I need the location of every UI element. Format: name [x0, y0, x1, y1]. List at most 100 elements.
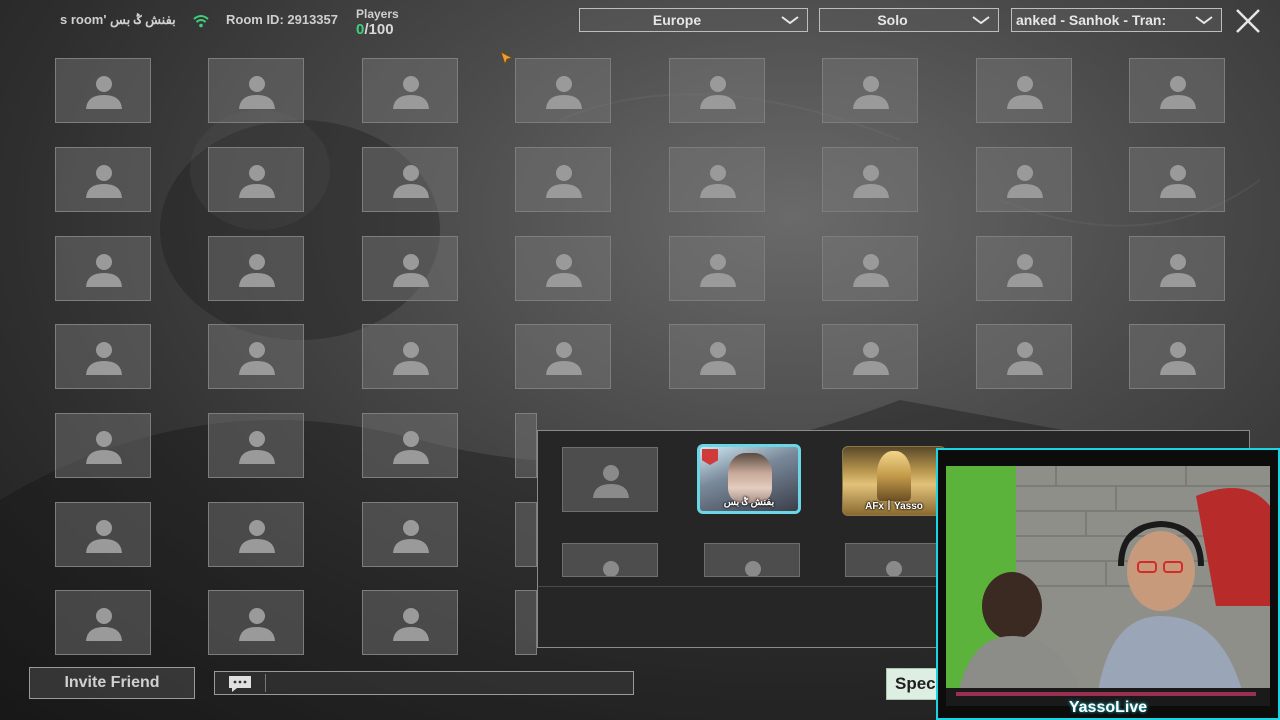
person-silhouette-icon — [1007, 342, 1043, 375]
player-avatar-card[interactable]: بفنش ݣ بس — [697, 444, 801, 514]
empty-player-slot[interactable] — [1129, 58, 1225, 123]
empty-team-slot[interactable] — [562, 447, 658, 512]
empty-player-slot[interactable] — [515, 58, 611, 123]
empty-player-slot[interactable] — [515, 502, 537, 567]
empty-player-slot[interactable] — [55, 413, 151, 478]
webcam-video — [946, 466, 1270, 706]
empty-player-slot[interactable] — [1129, 236, 1225, 301]
chat-bar — [214, 671, 634, 695]
channel-name: YassoLive — [1068, 699, 1148, 716]
empty-player-slot[interactable] — [669, 236, 765, 301]
empty-player-slot[interactable] — [55, 236, 151, 301]
players-max: /100 — [364, 21, 394, 38]
empty-player-slot[interactable] — [55, 324, 151, 389]
person-silhouette-icon — [700, 165, 736, 198]
empty-player-slot[interactable] — [55, 58, 151, 123]
spectate-button[interactable]: Spec — [886, 668, 942, 700]
empty-player-slot[interactable] — [976, 58, 1072, 123]
person-silhouette-icon — [1160, 165, 1196, 198]
person-silhouette-icon — [546, 165, 582, 198]
chevron-down-icon — [781, 16, 799, 25]
person-silhouette-icon — [86, 520, 122, 553]
person-silhouette-icon — [239, 76, 275, 109]
empty-player-slot[interactable] — [515, 236, 611, 301]
region-value: Europe — [652, 12, 702, 28]
empty-team-slot[interactable] — [845, 543, 941, 577]
empty-player-slot[interactable] — [1129, 147, 1225, 212]
person-silhouette-icon — [393, 165, 429, 198]
empty-player-slot[interactable] — [669, 324, 765, 389]
room-name: s room' بفنش ݣ بس — [60, 12, 176, 27]
chat-separator — [265, 674, 266, 692]
empty-player-slot[interactable] — [362, 236, 458, 301]
empty-player-slot[interactable] — [976, 324, 1072, 389]
person-silhouette-icon — [86, 76, 122, 109]
empty-player-slot[interactable] — [976, 147, 1072, 212]
empty-player-slot[interactable] — [208, 324, 304, 389]
chevron-down-icon — [972, 16, 990, 25]
chevron-down-icon — [1195, 16, 1213, 25]
empty-player-slot[interactable] — [822, 58, 918, 123]
person-silhouette-icon — [393, 254, 429, 287]
empty-player-slot[interactable] — [362, 590, 458, 655]
person-silhouette-icon — [853, 76, 889, 109]
empty-player-slot[interactable] — [208, 502, 304, 567]
person-silhouette-icon — [86, 254, 122, 287]
empty-player-slot[interactable] — [362, 58, 458, 123]
empty-player-slot[interactable] — [208, 413, 304, 478]
empty-player-slot[interactable] — [976, 236, 1072, 301]
person-silhouette-icon — [393, 76, 429, 109]
person-silhouette-icon — [1007, 254, 1043, 287]
empty-team-slot[interactable] — [704, 543, 800, 577]
chat-input[interactable] — [269, 673, 633, 695]
empty-player-slot[interactable] — [515, 147, 611, 212]
mode-dropdown[interactable]: Solo — [819, 8, 999, 32]
empty-player-slot[interactable] — [208, 236, 304, 301]
person-silhouette-icon — [1007, 165, 1043, 198]
close-icon[interactable] — [1233, 6, 1263, 36]
empty-player-slot[interactable] — [669, 147, 765, 212]
empty-player-slot[interactable] — [55, 590, 151, 655]
person-silhouette-icon — [86, 431, 122, 464]
empty-player-slot[interactable] — [55, 502, 151, 567]
person-silhouette-icon — [1160, 76, 1196, 109]
empty-player-slot[interactable] — [208, 147, 304, 212]
person-silhouette-icon — [86, 342, 122, 375]
webcam-overlay — [936, 448, 1280, 720]
empty-player-slot[interactable] — [515, 324, 611, 389]
empty-player-slot[interactable] — [515, 590, 537, 655]
players-label: Players — [356, 7, 399, 21]
person-silhouette-icon — [239, 520, 275, 553]
invite-friend-button[interactable]: Invite Friend — [29, 667, 195, 699]
empty-player-slot[interactable] — [362, 324, 458, 389]
region-dropdown[interactable]: Europe — [579, 8, 808, 32]
empty-player-slot[interactable] — [515, 413, 537, 478]
chat-bubble-icon[interactable] — [227, 675, 253, 693]
empty-player-slot[interactable] — [362, 502, 458, 567]
empty-player-slot[interactable] — [669, 58, 765, 123]
person-silhouette-icon — [546, 76, 582, 109]
map-dropdown[interactable]: anked - Sanhok - Tran: — [1011, 8, 1222, 32]
empty-player-slot[interactable] — [362, 147, 458, 212]
empty-team-slot[interactable] — [562, 543, 658, 577]
person-silhouette-icon — [853, 342, 889, 375]
empty-player-slot[interactable] — [1129, 324, 1225, 389]
person-silhouette-icon — [86, 608, 122, 641]
person-silhouette-icon — [886, 561, 902, 576]
player-avatar-card[interactable]: AFx丨Yasso — [842, 446, 946, 516]
empty-player-slot[interactable] — [55, 147, 151, 212]
person-silhouette-icon — [700, 342, 736, 375]
empty-player-slot[interactable] — [822, 147, 918, 212]
person-silhouette-icon — [393, 342, 429, 375]
empty-player-slot[interactable] — [822, 324, 918, 389]
empty-player-slot[interactable] — [208, 58, 304, 123]
player-counter: Players 0/100 — [356, 7, 399, 37]
rank-badge-icon — [702, 449, 718, 465]
empty-player-slot[interactable] — [822, 236, 918, 301]
person-silhouette-icon — [700, 254, 736, 287]
room-header: s room' بفنش ݣ بس Room ID: 2913357 Playe… — [0, 0, 1280, 44]
person-silhouette-icon — [603, 561, 619, 576]
empty-player-slot[interactable] — [208, 590, 304, 655]
empty-player-slot[interactable] — [362, 413, 458, 478]
person-silhouette-icon — [1160, 254, 1196, 287]
